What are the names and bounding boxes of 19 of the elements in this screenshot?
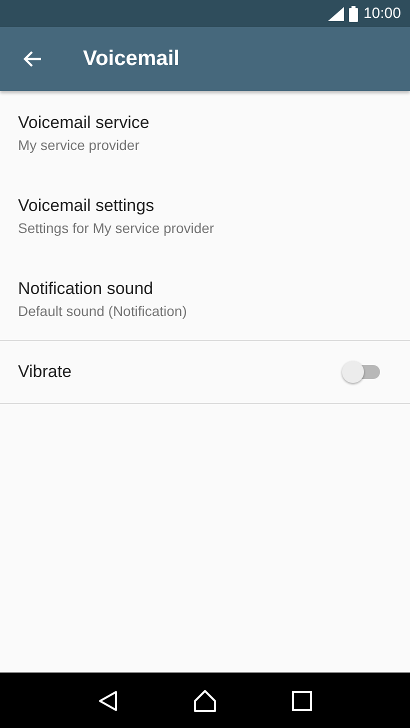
settings-item[interactable]: Vibrate <box>0 341 410 403</box>
toggle-switch[interactable] <box>342 361 380 383</box>
back-button[interactable] <box>98 690 118 712</box>
setting-title: Voicemail settings <box>18 196 156 216</box>
setting-summary: Default sound (Notification) <box>18 302 187 318</box>
screen-title: Voicemail <box>83 47 180 71</box>
settings-item[interactable]: Voicemail settings Settings for My service provider <box>0 174 410 257</box>
signal-icon <box>328 6 344 20</box>
setting-title: Voicemail service <box>18 112 150 132</box>
setting-summary: My service provider <box>18 136 140 152</box>
setting-summary: Settings for My service provider <box>18 220 214 236</box>
battery-icon <box>349 6 358 22</box>
recents-button[interactable] <box>292 690 312 710</box>
setting-title: Notification sound <box>18 278 154 298</box>
home-button[interactable] <box>192 688 217 712</box>
settings-item[interactable]: Notification sound Default sound (Notification) <box>0 257 410 340</box>
setting-title: Vibrate <box>18 362 72 382</box>
settings-item[interactable]: Voicemail service My service provider <box>0 91 410 174</box>
clock: 10:00 <box>363 5 401 22</box>
